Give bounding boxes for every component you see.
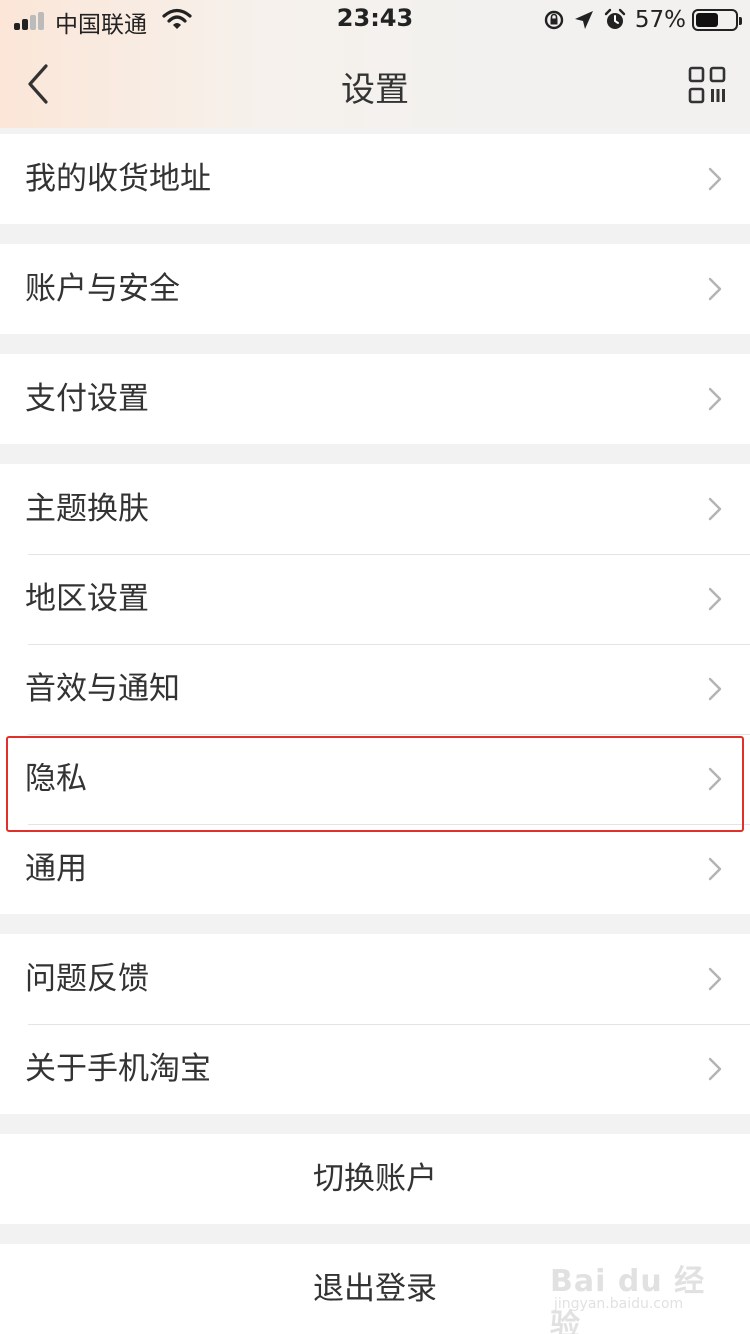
- chevron-right-icon: [708, 967, 722, 991]
- settings-item-region[interactable]: 地区设置: [0, 554, 750, 644]
- settings-group: 主题换肤 地区设置 音效与通知 隐私 通用: [0, 464, 750, 914]
- settings-item-label: 通用: [25, 851, 87, 887]
- qr-code-icon[interactable]: [688, 66, 726, 104]
- chevron-right-icon: [708, 677, 722, 701]
- settings-item-privacy[interactable]: 隐私: [0, 734, 750, 824]
- settings-item-about[interactable]: 关于手机淘宝: [0, 1024, 750, 1114]
- settings-item-label: 主题换肤: [25, 491, 149, 527]
- settings-item-label: 问题反馈: [25, 961, 149, 997]
- switch-account-label: 切换账户: [313, 1161, 437, 1197]
- chevron-right-icon: [708, 857, 722, 881]
- watermark-sub: jingyan.baidu.com: [554, 1296, 684, 1312]
- settings-item-label: 音效与通知: [25, 671, 180, 707]
- settings-item-label: 我的收货地址: [25, 161, 211, 197]
- settings-group: 我的收货地址: [0, 134, 750, 224]
- battery-icon: [692, 9, 742, 31]
- settings-group: 问题反馈 关于手机淘宝: [0, 934, 750, 1114]
- battery-fill: [696, 13, 718, 27]
- chevron-right-icon: [708, 587, 722, 611]
- chevron-right-icon: [708, 767, 722, 791]
- settings-item-sound-notifications[interactable]: 音效与通知: [0, 644, 750, 734]
- chevron-right-icon: [708, 387, 722, 411]
- settings-group: 账户与安全: [0, 244, 750, 334]
- settings-item-payment[interactable]: 支付设置: [0, 354, 750, 444]
- rotation-lock-icon: [544, 10, 564, 30]
- chevron-right-icon: [708, 1057, 722, 1081]
- status-bar: 中国联通 23:43 57%: [0, 0, 750, 40]
- settings-item-label: 关于手机淘宝: [25, 1051, 211, 1087]
- settings-item-label: 地区设置: [25, 581, 149, 617]
- alarm-icon: [604, 8, 626, 29]
- chevron-right-icon: [708, 167, 722, 191]
- settings-item-shipping-address[interactable]: 我的收货地址: [0, 134, 750, 224]
- settings-item-label: 支付设置: [25, 381, 149, 417]
- header: 中国联通 23:43 57% 设置: [0, 0, 750, 128]
- chevron-right-icon: [708, 497, 722, 521]
- settings-item-feedback[interactable]: 问题反馈: [0, 934, 750, 1024]
- status-right: 57%: [543, 6, 742, 34]
- settings-item-label: 账户与安全: [25, 271, 180, 307]
- settings-item-label: 隐私: [25, 761, 87, 797]
- settings-item-general[interactable]: 通用: [0, 824, 750, 914]
- settings-list: 我的收货地址 账户与安全 支付设置 主题换肤 地区设置 音效与通知 隐私 通用 …: [0, 128, 750, 1334]
- settings-item-account-security[interactable]: 账户与安全: [0, 244, 750, 334]
- battery-percent: 57%: [634, 7, 686, 33]
- settings-item-theme[interactable]: 主题换肤: [0, 464, 750, 554]
- location-icon: [574, 11, 593, 29]
- settings-group: 支付设置: [0, 354, 750, 444]
- switch-account-button[interactable]: 切换账户: [0, 1134, 750, 1224]
- watermark-text: Bai du 经验: [550, 1264, 706, 1334]
- page-title: 设置: [341, 70, 409, 110]
- baidu-jingyan-watermark: Bai du 经验 jingyan.baidu.com: [550, 1256, 710, 1334]
- chevron-right-icon: [708, 277, 722, 301]
